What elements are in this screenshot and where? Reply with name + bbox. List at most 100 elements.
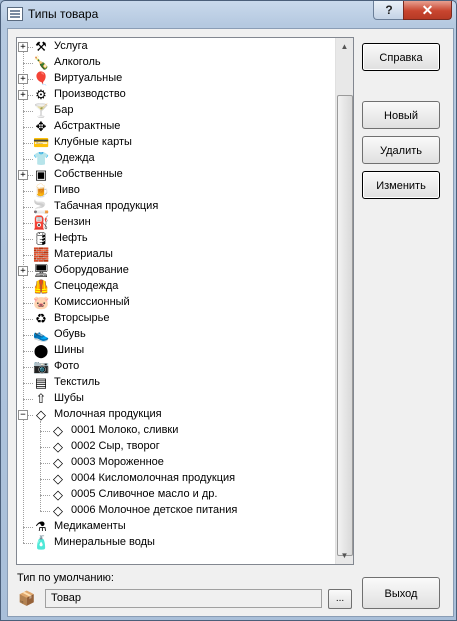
- expand-icon[interactable]: +: [18, 266, 28, 276]
- tree-item[interactable]: ◇ 0004 Кисломолочная продукция: [17, 471, 327, 487]
- tree-item-label: Виртуальные: [54, 72, 123, 84]
- expand-icon[interactable]: +: [18, 42, 28, 52]
- tree-item[interactable]: 🍺 Пиво: [17, 183, 327, 199]
- tree-item[interactable]: 💳 Клубные карты: [17, 135, 327, 151]
- exit-button[interactable]: Выход: [362, 577, 440, 609]
- tree-item-label: Алкоголь: [54, 56, 101, 68]
- dialog-window: Типы товара ? ✕ ▲ ▼ + ⚒ Услуга 🍾 Алкоголь + 🎈 В…: [0, 0, 457, 621]
- tree-item-label: 0002 Сыр, творог: [71, 440, 160, 452]
- dairy-icon: ◇: [53, 503, 63, 518]
- tree-connector-line: [23, 63, 33, 64]
- tree-item[interactable]: + 🎈 Виртуальные: [17, 71, 327, 87]
- gears-icon: ⚙: [35, 87, 47, 102]
- scroll-down-arrow-icon[interactable]: ▼: [336, 547, 353, 564]
- tree-item[interactable]: + ⚙ Производство: [17, 87, 327, 103]
- tree-item[interactable]: 🐷 Комиссионный: [17, 295, 327, 311]
- tree-item[interactable]: 🧴 Минеральные воды: [17, 535, 327, 551]
- product-type-tree[interactable]: ▲ ▼ + ⚒ Услуга 🍾 Алкоголь + 🎈 Виртуальные + ⚙ Прои…: [16, 37, 354, 565]
- close-button[interactable]: ✕: [403, 1, 452, 20]
- tree-item[interactable]: − ◇ Молочная продукция: [17, 407, 327, 423]
- tree-item[interactable]: ◇ 0003 Мороженное: [17, 455, 327, 471]
- scroll-up-arrow-icon[interactable]: ▲: [336, 38, 353, 55]
- tree-item[interactable]: 🛢 Нефть: [17, 231, 327, 247]
- tree-item-label: Материалы: [54, 248, 113, 260]
- browse-button[interactable]: ...: [328, 589, 352, 609]
- dairy-icon: ◇: [53, 471, 63, 486]
- title-bar[interactable]: Типы товара ? ✕: [1, 1, 456, 27]
- abstract-icon: ✥: [35, 119, 47, 134]
- tree-item[interactable]: ▤ Текстиль: [17, 375, 327, 391]
- scrollbar-thumb[interactable]: [337, 95, 353, 556]
- tree-item[interactable]: 🍸 Бар: [17, 103, 327, 119]
- exit-button-label: Выход: [384, 588, 418, 600]
- default-type-field[interactable]: Товар: [45, 589, 322, 608]
- tree-item[interactable]: 📷 Фото: [17, 359, 327, 375]
- expand-icon[interactable]: +: [18, 90, 28, 100]
- tree-connector-line: [23, 351, 33, 352]
- tree-item-label: Бензин: [54, 216, 91, 228]
- tree-item-label: Минеральные воды: [54, 536, 155, 548]
- tree-connector-line: [23, 143, 33, 144]
- tree-item[interactable]: ⇧ Шубы: [17, 391, 327, 407]
- dialog-client-area: ▲ ▼ + ⚒ Услуга 🍾 Алкоголь + 🎈 Виртуальные + ⚙ Прои…: [7, 28, 454, 617]
- vertical-scrollbar[interactable]: ▲ ▼: [335, 38, 353, 564]
- recycle-icon: ♻: [35, 311, 47, 326]
- tree-item[interactable]: ◇ 0002 Сыр, творог: [17, 439, 327, 455]
- tree-connector-line: [40, 431, 50, 432]
- expand-icon[interactable]: +: [18, 74, 28, 84]
- water-bottle-icon: 🧴: [33, 535, 50, 550]
- tree-item[interactable]: 🧱 Материалы: [17, 247, 327, 263]
- delete-button[interactable]: Удалить: [362, 136, 440, 164]
- dairy-icon: ◇: [53, 487, 63, 502]
- tree-item[interactable]: ✥ Абстрактные: [17, 119, 327, 135]
- tree-item[interactable]: 🦺 Спецодежда: [17, 279, 327, 295]
- tree-item[interactable]: + 🖥 Оборудование: [17, 263, 327, 279]
- tree-item-label: Услуга: [54, 40, 88, 52]
- oil-icon: 🛢: [33, 231, 50, 246]
- tree-item[interactable]: 👟 Обувь: [17, 327, 327, 343]
- collapse-icon[interactable]: −: [18, 410, 28, 420]
- tree-connector-line: [23, 287, 33, 288]
- tree-item-label: Одежда: [54, 152, 95, 164]
- fur-icon: ⇧: [35, 391, 47, 406]
- tree-item-label: 0003 Мороженное: [71, 456, 164, 468]
- tire-icon: ⬤: [33, 343, 49, 358]
- own-icon: ▣: [34, 167, 48, 182]
- tree-item[interactable]: ⬤ Шины: [17, 343, 327, 359]
- equipment-icon: 🖥: [33, 263, 50, 278]
- tree-item[interactable]: 👕 Одежда: [17, 151, 327, 167]
- tree-connector-line: [23, 159, 33, 160]
- tree-item-label: Клубные карты: [54, 136, 132, 148]
- edit-button[interactable]: Изменить: [362, 171, 440, 199]
- tree-item[interactable]: 🚬 Табачная продукция: [17, 199, 327, 215]
- tree-item[interactable]: + ▣ Собственные: [17, 167, 327, 183]
- tree-item-label: 0001 Молоко, сливки: [71, 424, 179, 436]
- tree-item[interactable]: ◇ 0005 Сливочное масло и др.: [17, 487, 327, 503]
- tree-item[interactable]: ♻ Вторсырье: [17, 311, 327, 327]
- tree-item[interactable]: ◇ 0006 Молочное детское питания: [17, 503, 327, 519]
- dairy-icon: ◇: [53, 439, 63, 454]
- tree-connector-line: [23, 383, 33, 384]
- tree-item-label: Шубы: [54, 392, 84, 404]
- tree-connector-line: [23, 239, 33, 240]
- help-button[interactable]: Справка: [362, 43, 440, 71]
- new-button-label: Новый: [384, 110, 418, 122]
- tree-item-label: Абстрактные: [54, 120, 121, 132]
- textile-icon: ▤: [34, 375, 48, 390]
- tree-item[interactable]: ⛽ Бензин: [17, 215, 327, 231]
- expand-icon[interactable]: +: [18, 170, 28, 180]
- new-button[interactable]: Новый: [362, 101, 440, 129]
- tree-item[interactable]: ◇ 0001 Молоко, сливки: [17, 423, 327, 439]
- package-icon: 📦: [18, 590, 36, 606]
- tree-connector-line: [23, 127, 33, 128]
- tree-connector-line: [40, 495, 50, 496]
- tree-item[interactable]: ⚗ Медикаменты: [17, 519, 327, 535]
- tree-connector-line: [23, 255, 33, 256]
- tree-connector-line: [23, 399, 33, 400]
- tree-item[interactable]: + ⚒ Услуга: [17, 39, 327, 55]
- context-help-button[interactable]: ?: [373, 1, 405, 20]
- tree-item-label: 0006 Молочное детское питания: [71, 504, 238, 516]
- tree-item[interactable]: 🍾 Алкоголь: [17, 55, 327, 71]
- dairy-icon: ◇: [36, 407, 46, 422]
- tree-item-label: Нефть: [54, 232, 88, 244]
